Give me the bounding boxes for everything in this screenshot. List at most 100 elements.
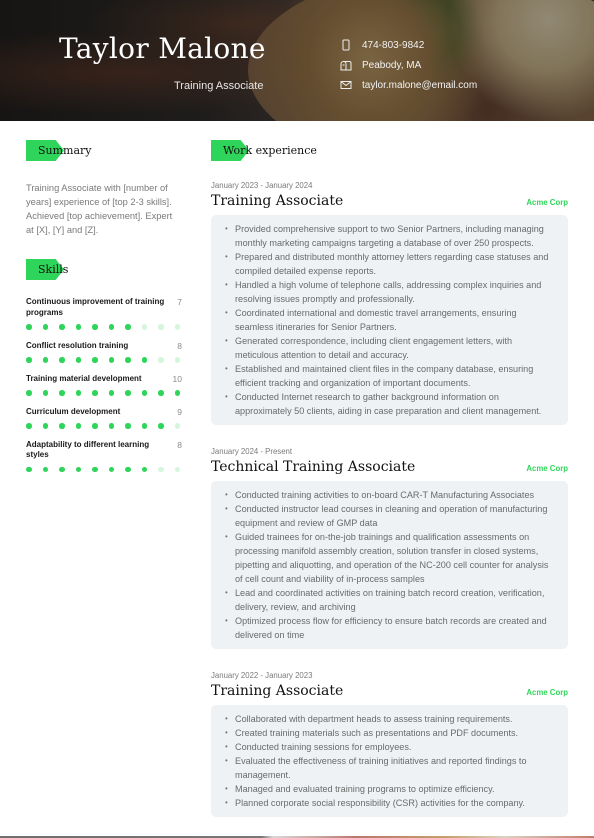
contact-location: Peabody, MA — [340, 55, 477, 75]
rating-dot-filled — [75, 324, 81, 330]
skill-name: Adaptability to different learning style… — [26, 439, 150, 460]
rating-dot-filled — [26, 423, 32, 429]
header-banner: Taylor Malone Training Associate 474-803… — [0, 0, 594, 121]
rating-dot-empty — [158, 466, 164, 472]
skill-rating-dots — [26, 423, 180, 429]
skill-score: 10 — [172, 373, 182, 384]
job-bullets: Collaborated with department heads to as… — [225, 712, 556, 810]
job-bullet: Generated correspondence, including clie… — [225, 334, 556, 362]
job-bullet: Conducted training activities to on-boar… — [225, 488, 556, 502]
skills-list: Continuous improvement of training progr… — [26, 297, 182, 472]
work-experience-heading: Work experience — [211, 140, 568, 161]
job-bullet: Created training materials such as prese… — [225, 726, 556, 740]
job-company: Acme Corp — [526, 688, 568, 697]
rating-dot-filled — [26, 324, 32, 330]
rating-dot-empty — [158, 324, 164, 330]
contact-phone-text: 474-803-9842 — [362, 39, 425, 51]
rating-dot-filled — [92, 466, 98, 472]
skill-score: 8 — [177, 439, 182, 450]
summary-heading: Summary — [26, 140, 182, 161]
rating-dot-filled — [174, 390, 180, 396]
rating-dot-filled — [92, 324, 98, 330]
left-column: Summary Training Associate with [number … — [26, 140, 182, 483]
job-details-box: Conducted training activities to on-boar… — [211, 481, 568, 649]
rating-dot-filled — [75, 357, 81, 363]
job-entry: January 2023 - January 2024 Training Asso… — [211, 181, 568, 425]
rating-dot-filled — [59, 423, 65, 429]
skill-score: 7 — [177, 297, 182, 307]
skill-item: Continuous improvement of training progr… — [26, 297, 182, 330]
rating-dot-empty — [174, 324, 180, 330]
rating-dot-filled — [92, 423, 98, 429]
phone-icon — [340, 39, 352, 51]
job-bullet: Planned corporate social responsibility … — [225, 796, 556, 810]
rating-dot-filled — [75, 423, 81, 429]
skill-item: Training material development 10 — [26, 374, 182, 396]
skill-item: Conflict resolution training 8 — [26, 341, 182, 363]
rating-dot-filled — [108, 423, 114, 429]
rating-dot-empty — [158, 357, 164, 363]
candidate-role: Training Associate — [174, 80, 264, 92]
rating-dot-filled — [42, 357, 48, 363]
job-bullet: Guided trainees for on-the-job trainings… — [225, 530, 556, 586]
job-bullet: Handled a high volume of telephone calls… — [225, 278, 556, 306]
rating-dot-filled — [42, 423, 48, 429]
skill-name: Continuous improvement of training progr… — [26, 297, 165, 317]
jobs-list: January 2023 - January 2024 Training Asso… — [211, 181, 568, 817]
contact-list: 474-803-9842 Peabody, MA taylor.malone@e… — [340, 35, 477, 95]
skill-rating-dots — [26, 390, 180, 396]
envelope-icon — [340, 79, 352, 91]
skill-item: Adaptability to different learning style… — [26, 439, 182, 472]
job-company: Acme Corp — [526, 198, 568, 207]
rating-dot-filled — [141, 466, 147, 472]
rating-dot-filled — [92, 357, 98, 363]
job-bullet: Conducted Internet research to gather ba… — [225, 390, 556, 418]
rating-dot-filled — [125, 324, 131, 330]
job-bullet: Prepared and distributed monthly attorne… — [225, 250, 556, 278]
job-details-box: Provided comprehensive support to two Se… — [211, 215, 568, 425]
rating-dot-filled — [125, 466, 131, 472]
skill-name: Conflict resolution training — [26, 340, 129, 350]
rating-dot-filled — [141, 357, 147, 363]
rating-dot-filled — [75, 390, 81, 396]
rating-dot-filled — [92, 390, 98, 396]
rating-dot-filled — [108, 466, 114, 472]
rating-dot-filled — [108, 357, 114, 363]
job-title: Training Associate — [211, 193, 344, 209]
rating-dot-filled — [26, 390, 32, 396]
job-entry: January 2024 - Present Technical Training… — [211, 447, 568, 649]
rating-dot-empty — [174, 357, 180, 363]
right-column: Work experience January 2023 - January 2… — [211, 140, 568, 817]
rating-dot-filled — [125, 357, 131, 363]
summary-text: Training Associate with [number of years… — [26, 183, 173, 235]
rating-dot-filled — [158, 423, 164, 429]
skill-name: Training material development — [26, 373, 142, 383]
contact-email[interactable]: taylor.malone@email.com — [340, 75, 477, 95]
job-bullet: Conducted instructor lead courses in cle… — [225, 502, 556, 530]
rating-dot-filled — [59, 357, 65, 363]
job-bullets: Provided comprehensive support to two Se… — [225, 222, 556, 418]
skill-rating-dots — [26, 357, 180, 363]
job-bullet: Provided comprehensive support to two Se… — [225, 222, 556, 250]
job-dates: January 2024 - Present — [211, 447, 293, 456]
skill-item: Curriculum development 9 — [26, 407, 182, 429]
job-bullet: Lead and coordinated activities on train… — [225, 586, 556, 614]
contact-phone[interactable]: 474-803-9842 — [340, 35, 477, 55]
job-bullet: Collaborated with department heads to as… — [225, 712, 556, 726]
rating-dot-filled — [141, 390, 147, 396]
job-bullets: Conducted training activities to on-boar… — [225, 488, 556, 642]
skill-rating-dots — [26, 324, 180, 330]
rating-dot-filled — [59, 466, 65, 472]
rating-dot-filled — [42, 390, 48, 396]
job-bullet: Managed and evaluated training programs … — [225, 782, 556, 796]
rating-dot-filled — [75, 466, 81, 472]
rating-dot-filled — [26, 357, 32, 363]
job-dates: January 2022 - January 2023 — [211, 671, 313, 680]
rating-dot-filled — [108, 324, 114, 330]
rating-dot-empty — [174, 423, 180, 429]
rating-dot-filled — [108, 390, 114, 396]
rating-dot-filled — [42, 324, 48, 330]
rating-dot-filled — [158, 390, 164, 396]
job-title: Technical Training Associate — [211, 459, 416, 475]
job-bullet: Coordinated international and domestic t… — [225, 306, 556, 334]
